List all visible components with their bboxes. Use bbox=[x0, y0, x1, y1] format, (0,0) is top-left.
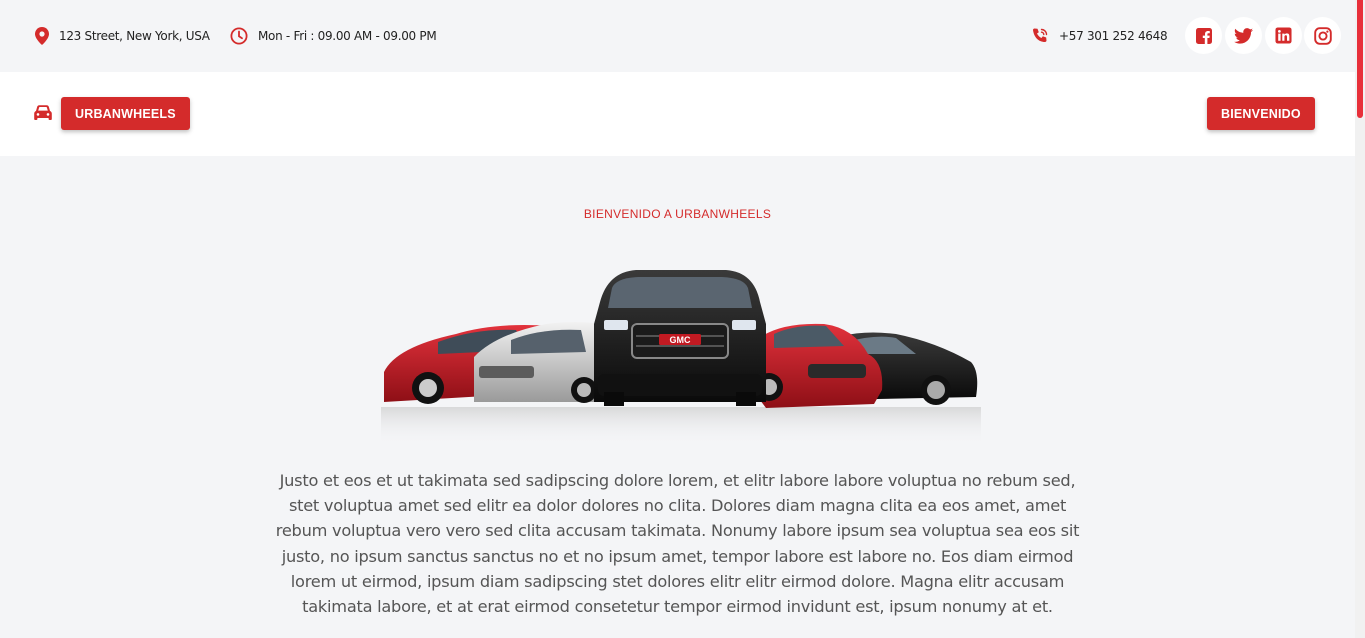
top-info-bar: 123 Street, New York, USA Mon - Fri : 09… bbox=[0, 0, 1355, 72]
phone-text: +57 301 252 4648 bbox=[1059, 29, 1168, 43]
intro-paragraph: Justo et eos et ut takimata sed sadipsci… bbox=[275, 471, 1080, 617]
location-pin-icon bbox=[35, 27, 49, 45]
instagram-link[interactable] bbox=[1304, 17, 1341, 54]
phone-call-icon bbox=[1033, 28, 1048, 42]
instagram-icon bbox=[1313, 26, 1332, 45]
hero-cars-image: GMC bbox=[381, 270, 981, 445]
facebook-link[interactable] bbox=[1185, 17, 1222, 54]
welcome-button[interactable]: BIENVENIDO bbox=[1207, 97, 1315, 130]
scrollbar-thumb[interactable] bbox=[1357, 0, 1363, 118]
car-icon bbox=[34, 105, 52, 120]
brand-button[interactable]: URBANWHEELS bbox=[61, 97, 190, 130]
linkedin-link[interactable] bbox=[1265, 17, 1302, 54]
address-info: 123 Street, New York, USA bbox=[35, 0, 210, 72]
gmc-emblem: GMC bbox=[670, 335, 691, 345]
section-kicker: BIENVENIDO A URBANWHEELS bbox=[583, 207, 772, 221]
twitter-link[interactable] bbox=[1225, 17, 1262, 54]
phone-info: +57 301 252 4648 bbox=[1031, 0, 1168, 72]
main-navbar: URBANWHEELS BIENVENIDO bbox=[0, 72, 1355, 156]
twitter-icon bbox=[1234, 27, 1253, 44]
linkedin-icon bbox=[1275, 27, 1292, 44]
clock-icon bbox=[230, 27, 248, 45]
hours-text: Mon - Fri : 09.00 AM - 09.00 PM bbox=[258, 29, 437, 43]
hours-info: Mon - Fri : 09.00 AM - 09.00 PM bbox=[230, 0, 437, 72]
address-text: 123 Street, New York, USA bbox=[59, 29, 210, 43]
facebook-icon bbox=[1195, 27, 1212, 44]
page-scrollbar[interactable] bbox=[1355, 0, 1365, 638]
black-suv-car: GMC bbox=[594, 270, 766, 406]
